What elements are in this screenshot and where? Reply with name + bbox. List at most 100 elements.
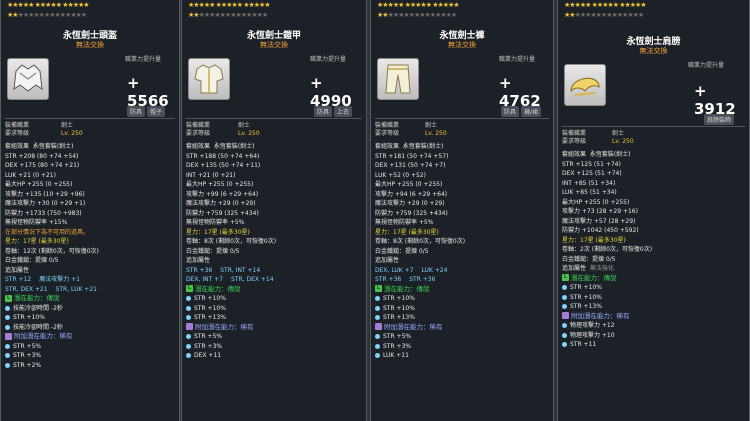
golden-hammer-line: 白金鐵鎚：提煉 0/5: [562, 255, 616, 263]
req-job-value: 劍士: [238, 122, 251, 129]
starforce-stars-row2: ★★★★★★★★★★★★★★★: [188, 11, 268, 19]
additional-potential-label: 附加潛在能力：稀有: [195, 322, 254, 331]
divider: [562, 126, 745, 127]
bullet-icon: [562, 323, 567, 328]
req-job-value: 劍士: [612, 130, 625, 137]
scroll-line: 卷軸：12次 (剩餘0次，可恢復0次): [5, 247, 99, 255]
stats-block: 套組效果 永恆套裝(劍士) STR +181 (50 +74 +57) DEX …: [375, 142, 549, 361]
bullet-icon: [186, 334, 191, 339]
star-force-line: 星力：17星 (最多30星): [186, 228, 250, 236]
potential-line: STR +13%: [383, 314, 415, 321]
additional-potential-icon: [375, 323, 382, 330]
increase-label: 職業力提升量: [125, 56, 162, 63]
additional-potential-line: STR +3%: [194, 342, 223, 350]
additional-potential-line: STR +3%: [13, 352, 42, 359]
starforce-stars: ★★★★★ ★★★★★ ★★★★★: [564, 1, 647, 9]
req-level-value: Lv. 250: [425, 130, 447, 137]
potential-line: STR +10%: [570, 293, 602, 301]
requirements: 裝備職業 要求等級: [186, 122, 210, 138]
req-job-label: 裝備職業: [5, 122, 30, 129]
scroll-line: 卷軸：2次 (剩餘0次，可恢復0次): [562, 246, 653, 253]
set-label: 套組效果: [375, 143, 400, 150]
set-label: 套組效果: [562, 151, 587, 158]
legendary-badge-icon: L: [562, 274, 569, 281]
bullet-icon: [375, 305, 380, 311]
tag-type: 帽子: [147, 106, 166, 117]
bonus-stats-label: 追加屬性: [562, 265, 587, 272]
trade-status: 無法交換: [76, 41, 104, 49]
usage-notice: 在部分情況下為不可用的道具。: [5, 228, 90, 236]
stat-line: 攻擊力 +73 (28 +29 +16): [562, 208, 638, 215]
stat-line: 防禦力 +759 (325 +434): [186, 209, 259, 217]
potential-line: STR +10%: [13, 314, 45, 321]
stat-line: 無視怪物防禦率 +5%: [375, 219, 434, 226]
potential-line: STR +13%: [570, 303, 602, 310]
potential-line: STR +10%: [383, 295, 415, 302]
bonus-stat: STR +36: [409, 276, 436, 283]
additional-potential-line: STR +11: [570, 341, 597, 348]
bullet-icon: [5, 362, 10, 368]
bullet-icon: [375, 296, 380, 301]
stats-block: 套組效果 永恆套裝(劍士) STR +208 (80 +74 +54) DEX …: [5, 142, 175, 370]
req-job-label: 裝備職業: [375, 122, 400, 129]
bullet-icon: [375, 353, 380, 358]
item-tooltip-panel-1: ★★★★★ ★★★★★ ★★★★★ ★★★★★★★★★★★★★★★ 永恆劍士頭盔…: [0, 0, 180, 421]
bonus-stat: STR, DEX +14: [231, 276, 274, 283]
additional-potential-line: STR +5%: [383, 333, 412, 340]
req-level-value: Lv. 250: [61, 130, 83, 137]
req-level-label: 要求等級: [5, 130, 30, 137]
potential-label: 潛在能力：傳說: [14, 294, 60, 302]
bonus-stats-label: 追加屬性: [5, 266, 30, 274]
bonus-stats-label: 追加屬性: [186, 257, 211, 264]
additional-potential-label: 附加潛在能力：稀有: [571, 311, 630, 320]
divider: [5, 118, 175, 119]
armor-icon: [188, 58, 230, 100]
bullet-icon: [5, 324, 10, 330]
stats-block: 套組效果 永恆套裝(劍士) STR +188 (50 +74 +64) DEX …: [186, 142, 362, 361]
stats-block: 套組效果 永恆套裝(劍士) STR +125 (51 +74) DEX +125…: [562, 150, 745, 350]
req-job-label: 裝備職業: [186, 122, 211, 129]
bullet-icon: [375, 334, 380, 339]
shoulder-icon: [564, 64, 606, 106]
additional-potential-label: 附加潛在能力：稀有: [384, 322, 443, 331]
stat-line: 無視怪物防禦率 +15%: [5, 219, 68, 226]
bullet-icon: [375, 315, 380, 320]
starforce-stars: ★★★★★ ★★★★★ ★★★★★: [7, 1, 90, 9]
star-force-line: 星力：17星 (最多30星): [562, 236, 626, 244]
bonus-stats-label: 追加屬性: [375, 257, 400, 264]
potential-label: 潛在能力：傳說: [384, 284, 430, 293]
bonus-stat: 無法強化: [589, 265, 614, 272]
trade-status: 無法交換: [260, 41, 288, 49]
additional-potential-line: STR +5%: [13, 342, 42, 350]
bonus-stat: STR, DEX +21: [5, 285, 48, 293]
item-tooltip-panel-3: ★★★★★ ★★★★★ ★★★★★ ★★★★★★★★★★★★★★★ 永恆劍士褲 …: [370, 0, 554, 421]
requirements-values: 劍士 Lv. 250: [425, 122, 447, 138]
stat-line: 魔法攻擊力 +29 (0 +29): [186, 200, 256, 207]
golden-hammer-line: 白金鐵鎚：提煉 0/5: [186, 247, 240, 255]
stat-line: STR +125 (51 +74): [562, 160, 621, 168]
golden-hammer-line: 白金鐵鎚：提煉 0/5: [375, 247, 429, 255]
stat-line: INT +85 (51 +34): [562, 179, 616, 187]
bullet-icon: [562, 342, 567, 347]
stat-line: DEX +135 (50 +74 +11): [186, 162, 261, 169]
potential-line: STR +10%: [194, 295, 226, 302]
bonus-stat: STR +36: [375, 276, 402, 283]
divider: [375, 118, 549, 119]
increase-label: 職業力提升量: [688, 62, 725, 69]
bullet-icon: [5, 343, 10, 349]
additional-potential-line: LUK +11: [383, 352, 409, 359]
bonus-stat: DEX, INT +7: [186, 276, 224, 283]
pants-icon: [377, 58, 419, 100]
additional-potential-line: DEX +11: [194, 352, 222, 359]
tag-type: 褲/裙: [521, 106, 542, 117]
stat-line: 魔法攻擊力 +30 (0 +29 +1): [5, 200, 86, 207]
helmet-icon: [7, 58, 49, 100]
potential-line: 技能冷卻時間 -2秒: [13, 323, 63, 331]
legendary-badge-icon: L: [375, 285, 382, 292]
req-level-label: 要求等級: [375, 130, 400, 137]
stat-line: INT +21 (0 +21): [186, 171, 236, 179]
additional-potential-line: 物理攻擊力 +10: [570, 331, 615, 339]
bullet-icon: [562, 332, 567, 338]
additional-potential-line: STR +2%: [13, 361, 42, 369]
bullet-icon: [186, 296, 191, 301]
